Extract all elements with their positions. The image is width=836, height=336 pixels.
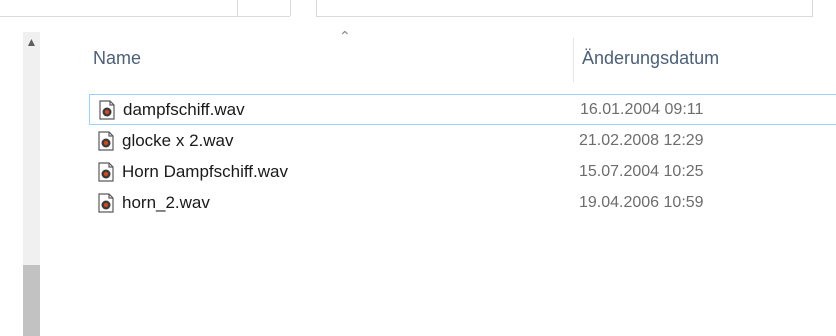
- file-date: 21.02.2008 12:29: [579, 131, 704, 149]
- file-row[interactable]: glocke x 2.wav 21.02.2008 12:29: [89, 125, 836, 156]
- file-row[interactable]: horn_2.wav 19.04.2006 10:59: [89, 187, 836, 218]
- file-date: 19.04.2006 10:59: [579, 193, 704, 211]
- address-bar-edge[interactable]: [316, 0, 813, 17]
- audio-file-icon: [99, 99, 115, 120]
- vertical-scrollbar[interactable]: ▲: [23, 32, 40, 336]
- chevron-up-icon: ▲: [25, 35, 38, 49]
- audio-file-icon: [98, 192, 114, 213]
- toolbar-divider: [0, 16, 290, 17]
- audio-file-icon: [98, 130, 114, 151]
- file-name: dampfschiff.wav: [123, 99, 245, 119]
- scroll-up-button[interactable]: ▲: [23, 32, 40, 52]
- audio-file-icon: [98, 161, 114, 182]
- toolbar-divider: [290, 0, 291, 16]
- toolbar-remnant: [0, 0, 836, 18]
- file-row[interactable]: Horn Dampfschiff.wav 15.07.2004 10:25: [89, 156, 836, 187]
- file-date: 16.01.2004 09:11: [580, 100, 704, 118]
- file-name: Horn Dampfschiff.wav: [122, 161, 288, 181]
- file-list: dampfschiff.wav 16.01.2004 09:11 glocke …: [89, 94, 836, 218]
- sort-ascending-icon: ⌃: [339, 28, 351, 44]
- column-header-name[interactable]: Name: [93, 48, 141, 69]
- file-name: horn_2.wav: [122, 192, 210, 212]
- file-date: 15.07.2004 10:25: [579, 162, 704, 180]
- column-divider[interactable]: [573, 38, 574, 82]
- scrollbar-thumb[interactable]: [23, 265, 40, 336]
- file-row[interactable]: dampfschiff.wav 16.01.2004 09:11: [89, 94, 836, 125]
- column-header-row: ⌃ Name Änderungsdatum: [80, 28, 836, 82]
- toolbar-divider: [237, 0, 238, 16]
- file-name: glocke x 2.wav: [122, 130, 234, 150]
- column-header-date[interactable]: Änderungsdatum: [582, 48, 719, 69]
